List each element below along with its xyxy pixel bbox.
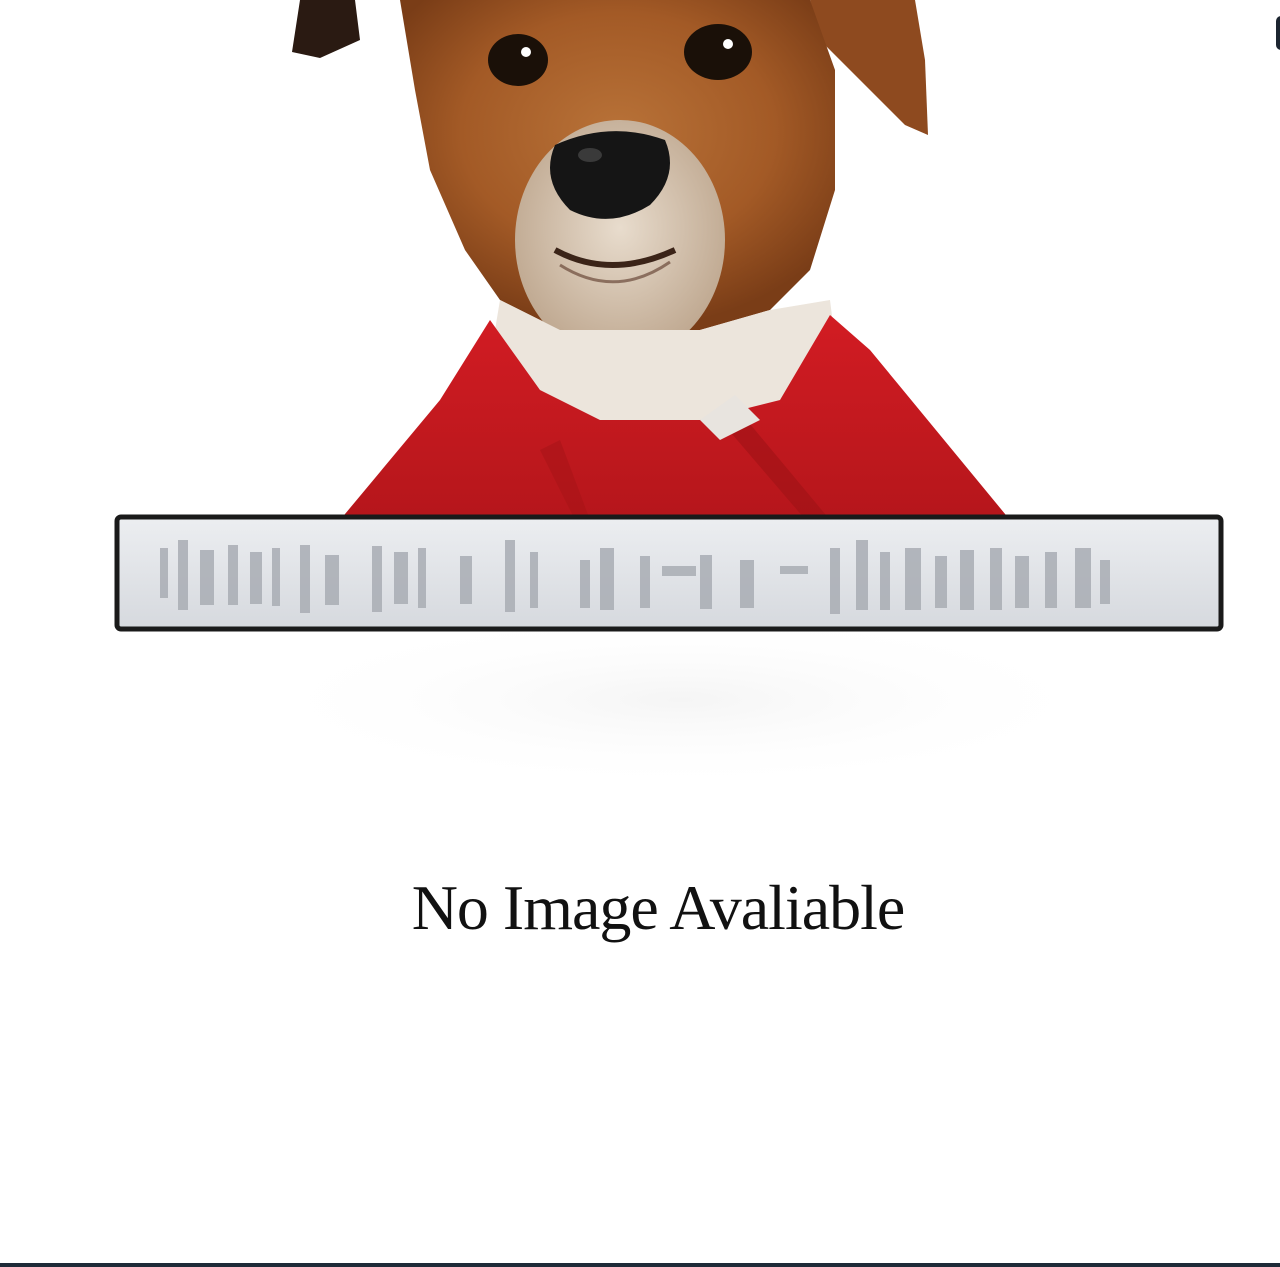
- bottom-strip: [0, 1263, 1280, 1267]
- edge-tab: [1276, 16, 1280, 50]
- no-image-placeholder: No Image Avaliable: [0, 0, 1280, 1267]
- no-image-caption: No Image Avaliable: [411, 872, 906, 943]
- dog-placeholder-icon: [114, 0, 1224, 790]
